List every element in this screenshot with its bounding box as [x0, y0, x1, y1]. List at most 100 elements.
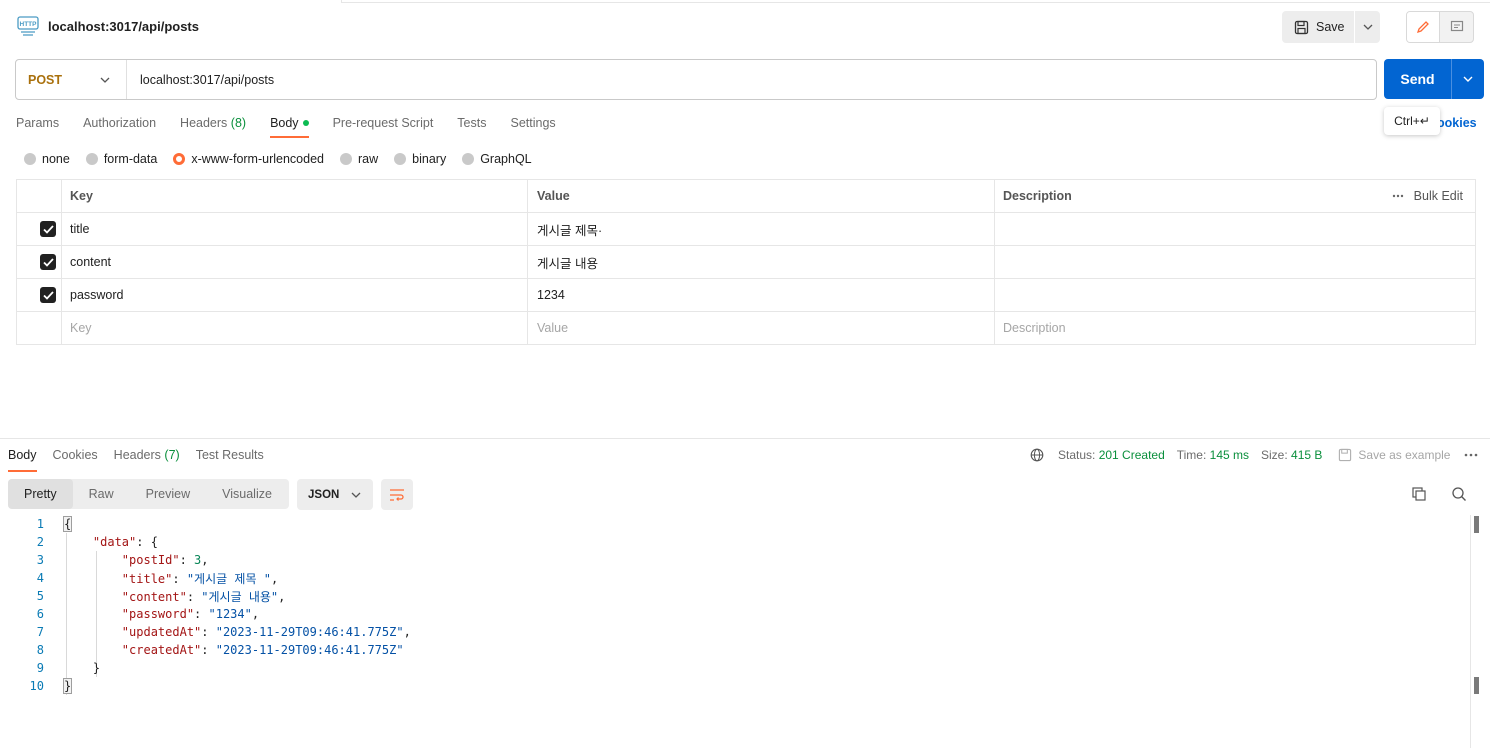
- edit-mode-button[interactable]: [1407, 12, 1440, 42]
- json-key: "content": [121, 589, 187, 604]
- bulk-edit-link[interactable]: Bulk Edit: [1414, 189, 1463, 203]
- time-readout[interactable]: Time: 145 ms: [1177, 448, 1249, 462]
- line-number: 9: [36, 661, 44, 675]
- radio-form-data[interactable]: form-data: [85, 152, 157, 166]
- tab-authorization[interactable]: Authorization: [83, 116, 156, 138]
- comments-mode-button[interactable]: [1440, 12, 1473, 42]
- status-readout[interactable]: Status: 201 Created: [1058, 448, 1165, 462]
- radio-circle: [340, 153, 352, 165]
- format-select[interactable]: JSON: [297, 479, 373, 510]
- tab-prerequest-script[interactable]: Pre-request Script: [333, 116, 434, 138]
- tab-headers[interactable]: Headers (8): [180, 116, 246, 138]
- size-label: Size:: [1261, 448, 1288, 462]
- url-input[interactable]: localhost:3017/api/posts: [127, 73, 274, 87]
- url-bar: POST localhost:3017/api/posts: [15, 59, 1377, 100]
- tab-settings[interactable]: Settings: [510, 116, 555, 138]
- view-tab-pretty[interactable]: Pretty: [8, 479, 73, 509]
- radio-none[interactable]: none: [24, 152, 70, 166]
- tab-body[interactable]: Body: [270, 116, 309, 138]
- line-number: 7: [36, 625, 44, 639]
- radio-graphql[interactable]: GraphQL: [462, 152, 532, 166]
- row-checkbox[interactable]: [40, 221, 56, 237]
- tab-params[interactable]: Params: [16, 116, 59, 138]
- row-description[interactable]: [994, 278, 1476, 312]
- json-string: "2023-11-29T09:46:41.775Z": [215, 625, 404, 639]
- method-select[interactable]: POST: [16, 60, 127, 99]
- code-line: 6 "password": "1234",: [0, 605, 1470, 623]
- send-button[interactable]: Send: [1384, 59, 1452, 99]
- response-divider[interactable]: [0, 438, 1490, 439]
- more-horizontal-icon[interactable]: [1392, 194, 1404, 198]
- body-indicator-dot: [302, 120, 309, 126]
- row-value[interactable]: 1234: [527, 278, 995, 312]
- save-button[interactable]: Save: [1282, 11, 1355, 43]
- radio-label: raw: [358, 152, 379, 166]
- vertical-scrollbar[interactable]: [1470, 515, 1480, 748]
- more-horizontal-icon[interactable]: [1464, 453, 1478, 457]
- send-shortcut-tooltip: Ctrl+↵: [1384, 107, 1440, 135]
- header-value: Value: [527, 179, 995, 213]
- json-string: "1234": [208, 607, 252, 621]
- radio-circle: [85, 153, 98, 165]
- check-icon: [42, 224, 54, 234]
- copy-icon[interactable]: [1411, 486, 1427, 505]
- size-readout[interactable]: Size: 415 B: [1261, 448, 1322, 462]
- row-description[interactable]: [994, 245, 1476, 279]
- format-label: JSON: [308, 488, 340, 501]
- row-check-cell: [16, 278, 62, 312]
- code-line: 1{: [0, 515, 1470, 533]
- row-description[interactable]: [994, 212, 1476, 246]
- json-key: "title": [121, 571, 173, 586]
- radio-binary[interactable]: binary: [394, 152, 446, 166]
- row-key[interactable]: content: [61, 245, 528, 279]
- response-tab-cookies[interactable]: Cookies: [53, 448, 98, 472]
- code-line: 4 "title": "게시글 제목 ",: [0, 569, 1470, 587]
- line-number: 1: [36, 517, 44, 531]
- row-key[interactable]: title: [61, 212, 528, 246]
- radio-raw[interactable]: raw: [340, 152, 378, 166]
- send-options-button[interactable]: [1452, 59, 1484, 99]
- view-tab-raw[interactable]: Raw: [73, 479, 130, 509]
- description-placeholder[interactable]: Description: [994, 311, 1476, 345]
- check-icon: [42, 257, 54, 267]
- row-checkbox[interactable]: [40, 287, 56, 303]
- view-tab-visualize[interactable]: Visualize: [206, 479, 288, 509]
- line-number: 6: [36, 607, 44, 621]
- json-key: "updatedAt": [121, 625, 202, 639]
- code-line: 7 "updatedAt": "2023-11-29T09:46:41.775Z…: [0, 623, 1470, 641]
- body-type-radios: none form-data x-www-form-urlencoded raw…: [24, 152, 548, 166]
- wrap-lines-button[interactable]: [381, 479, 413, 510]
- save-icon: [1294, 20, 1309, 34]
- radio-label: x-www-form-urlencoded: [191, 152, 324, 166]
- code-line: 3 "postId": 3,: [0, 551, 1470, 569]
- search-icon[interactable]: [1451, 486, 1467, 505]
- response-tab-test-results[interactable]: Test Results: [196, 448, 264, 472]
- size-value: 415 B: [1291, 448, 1323, 462]
- response-tab-headers[interactable]: Headers (7): [114, 448, 180, 472]
- save-options-button[interactable]: [1355, 11, 1380, 43]
- view-tab-preview[interactable]: Preview: [130, 479, 206, 509]
- row-value[interactable]: 게시글 내용: [527, 245, 995, 279]
- line-number: 5: [36, 589, 44, 603]
- value-placeholder[interactable]: Value: [527, 311, 995, 345]
- chevron-down-icon: [351, 492, 361, 498]
- save-as-example-button[interactable]: Save as example: [1338, 448, 1450, 462]
- code-line: 10}: [0, 677, 1470, 695]
- tab-tests[interactable]: Tests: [457, 116, 486, 138]
- key-placeholder[interactable]: Key: [61, 311, 528, 345]
- method-label: POST: [28, 72, 63, 87]
- row-key[interactable]: password: [61, 278, 528, 312]
- brace-open: {: [62, 516, 73, 532]
- table-header-row: Key Value Description Bulk Edit: [16, 179, 1476, 213]
- response-body-code[interactable]: 1{ 2 "data": { 3 "postId": 3, 4 "title":…: [0, 515, 1470, 695]
- globe-icon[interactable]: [1030, 448, 1044, 462]
- cookies-link[interactable]: ookies: [1437, 116, 1477, 130]
- response-tab-body[interactable]: Body: [8, 448, 37, 472]
- radio-urlencoded[interactable]: x-www-form-urlencoded: [173, 152, 324, 166]
- time-label: Time:: [1176, 448, 1207, 462]
- save-button-group: Save: [1282, 11, 1380, 43]
- row-checkbox[interactable]: [40, 254, 56, 270]
- row-value[interactable]: 게시글 제목·: [527, 212, 995, 246]
- table-row-empty: Key Value Description: [16, 311, 1476, 345]
- request-title[interactable]: localhost:3017/api/posts: [48, 19, 199, 34]
